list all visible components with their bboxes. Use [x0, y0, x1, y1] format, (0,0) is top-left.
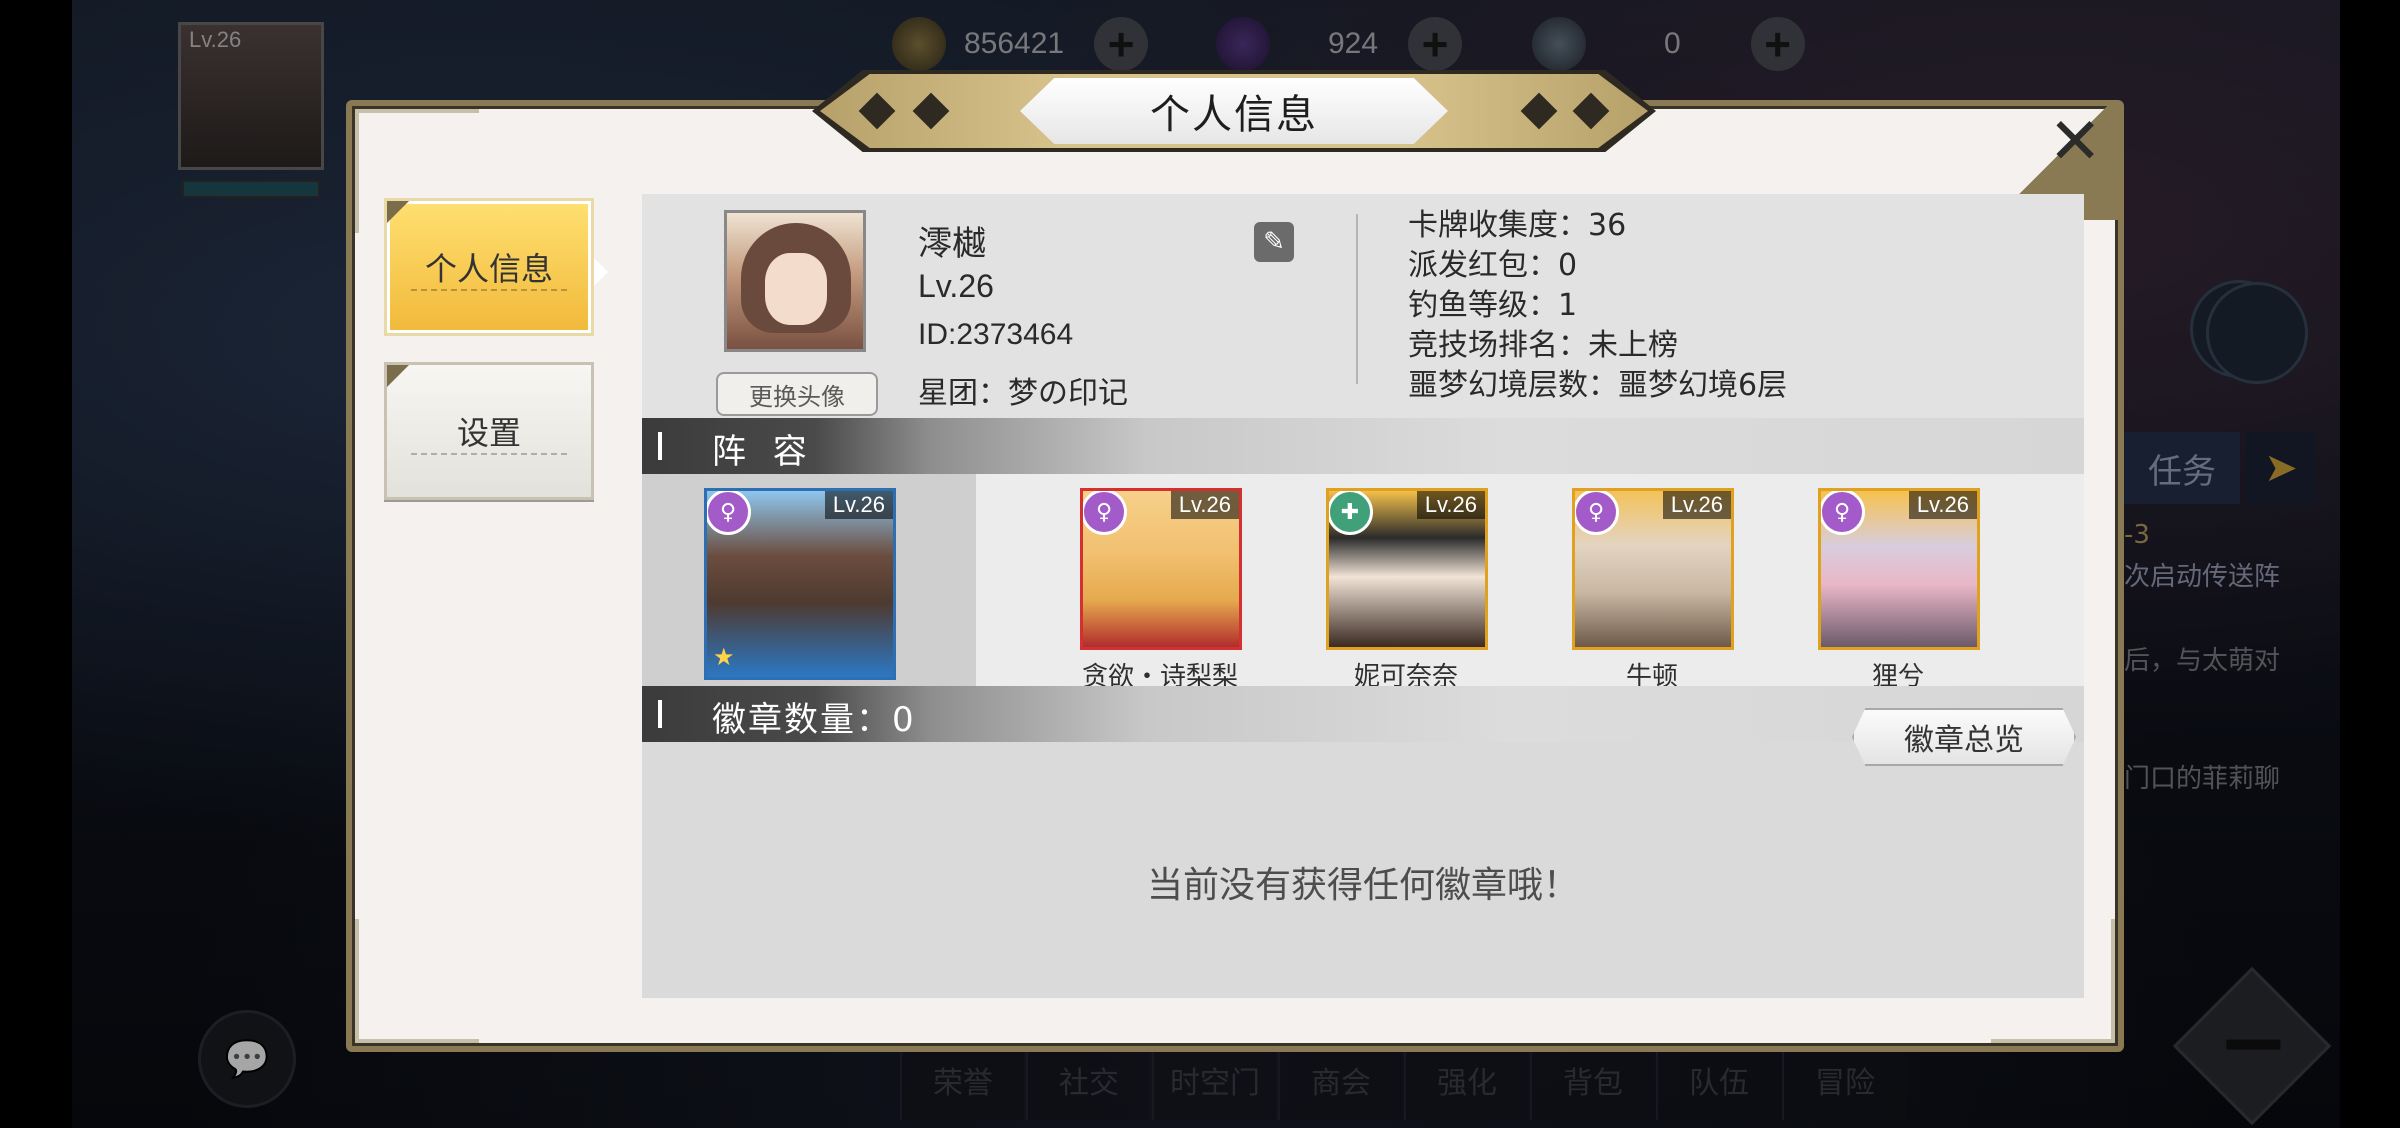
edit-name-button[interactable]: ✎	[1254, 222, 1294, 262]
player-stats: 卡牌收集度：36 派发红包：0 钓鱼等级：1 竞技场排名：未上榜 噩梦幻境层数：…	[1408, 206, 1787, 406]
tab-profile[interactable]: 个人信息	[384, 198, 594, 336]
tab-corner-ornament	[387, 201, 409, 223]
member-card[interactable]: Lv.26 ♀	[1572, 488, 1734, 650]
member-card[interactable]: Lv.26 ♀	[1818, 488, 1980, 650]
change-avatar-button[interactable]: 更换头像	[716, 372, 878, 416]
badge-empty-message: 当前没有获得任何徽章哦！	[1146, 865, 1579, 906]
element-icon: ♀	[707, 491, 751, 535]
card-level: Lv.26	[1908, 491, 1977, 519]
tab-settings[interactable]: 设置	[384, 362, 594, 500]
badge-count: 徽章数量：0	[712, 700, 916, 740]
leader-card[interactable]: Lv.26 ♀ ★	[704, 488, 896, 680]
player-guild: 星团：梦の印记	[918, 376, 1128, 411]
lineup-header: 阵 容	[642, 418, 2084, 474]
card-level: Lv.26	[1170, 491, 1239, 519]
stat-nightmare-floor: 噩梦幻境层数：噩梦幻境6层	[1408, 368, 1788, 403]
card-level: Lv.26	[824, 491, 893, 519]
tab-dash-line	[411, 289, 567, 291]
member-card[interactable]: Lv.26 ♀	[1080, 488, 1242, 650]
profile-info-section: 更换头像 澪樾 ✎ Lv.26 ID:2373464 星团：梦の印记 卡牌收集度…	[642, 194, 2084, 418]
player-level: Lv.26	[918, 268, 994, 304]
element-icon: ✚	[1329, 491, 1373, 535]
star-icon: ★	[713, 643, 735, 671]
pencil-icon: ✎	[1263, 227, 1285, 257]
info-divider	[1356, 214, 1358, 384]
stat-red-envelopes: 派发红包：0	[1408, 248, 1578, 283]
stat-fishing-level: 钓鱼等级：1	[1408, 288, 1578, 323]
tab-settings-label: 设置	[456, 414, 521, 452]
stat-card-collection: 卡牌收集度：36	[1408, 208, 1627, 243]
profile-content: 更换头像 澪樾 ✎ Lv.26 ID:2373464 星团：梦の印记 卡牌收集度…	[642, 194, 2084, 998]
tab-dash-line	[411, 453, 567, 455]
badge-area: 当前没有获得任何徽章哦！	[642, 742, 2084, 998]
card-level: Lv.26	[1662, 491, 1731, 519]
tab-profile-label: 个人信息	[424, 250, 553, 288]
player-avatar[interactable]	[724, 210, 866, 352]
badge-overview-button[interactable]: 徽章总览	[1852, 708, 2076, 766]
tab-corner-ornament	[387, 365, 409, 387]
element-icon: ♀	[1575, 491, 1619, 535]
element-icon: ♀	[1083, 491, 1127, 535]
lineup-title: 阵 容	[712, 432, 815, 472]
element-icon: ♀	[1821, 491, 1865, 535]
active-tab-pointer	[594, 258, 608, 286]
member-card[interactable]: Lv.26 ✚	[1326, 488, 1488, 650]
lineup-area: Lv.26 ♀ ★ Lv.26 ♀ 贪欲・诗梨梨 Lv.26 ✚ 妮可奈奈 Lv…	[642, 474, 2084, 692]
player-name: 澪樾	[918, 224, 986, 264]
card-level: Lv.26	[1416, 491, 1485, 519]
player-id: ID:2373464	[918, 318, 1074, 351]
close-icon[interactable]: ✕	[2048, 110, 2102, 174]
stat-arena-rank: 竞技场排名：未上榜	[1408, 328, 1678, 363]
corner-ornament	[355, 919, 479, 1043]
dialog-title: 个人信息	[1020, 78, 1448, 144]
